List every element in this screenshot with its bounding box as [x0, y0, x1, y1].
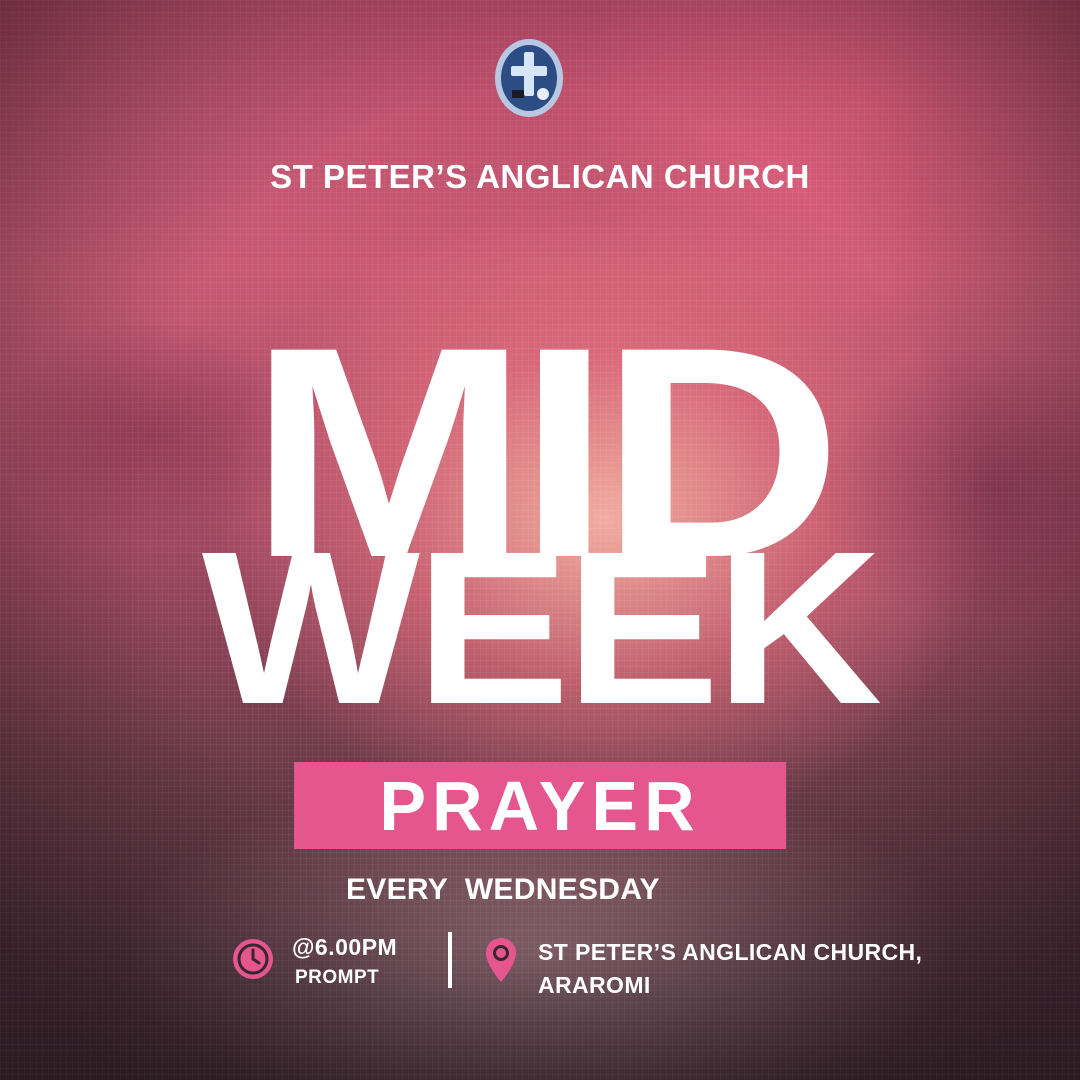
address-line1: ST PETER’S ANGLICAN CHURCH,	[538, 939, 923, 965]
church-crest-logo	[493, 38, 565, 120]
schedule-day: EVERY WEDNESDAY	[346, 873, 660, 906]
time-block: @6.00PM PROMPT	[292, 934, 397, 989]
church-name-title: ST PETER’S ANGLICAN CHURCH	[270, 158, 810, 195]
prayer-badge-label: PRAYER	[379, 766, 701, 845]
info-row: @6.00PM PROMPT ST PETER’S ANGLICAN CHURC…	[0, 930, 1080, 1000]
time-main: @6.00PM	[292, 934, 398, 960]
headline-week: WEEK	[201, 507, 883, 750]
address-block: ST PETER’S ANGLICAN CHURCH, ARAROMI	[538, 936, 922, 1002]
location-pin-icon	[484, 936, 518, 984]
address-line2: ARAROMI	[538, 972, 651, 998]
poster: ST PETER’S ANGLICAN CHURCH MID WEEK PRAY…	[0, 0, 1080, 1080]
prayer-badge: PRAYER	[294, 762, 786, 849]
clock-icon	[232, 938, 274, 980]
time-sub: PROMPT	[295, 967, 380, 988]
divider	[448, 932, 452, 988]
